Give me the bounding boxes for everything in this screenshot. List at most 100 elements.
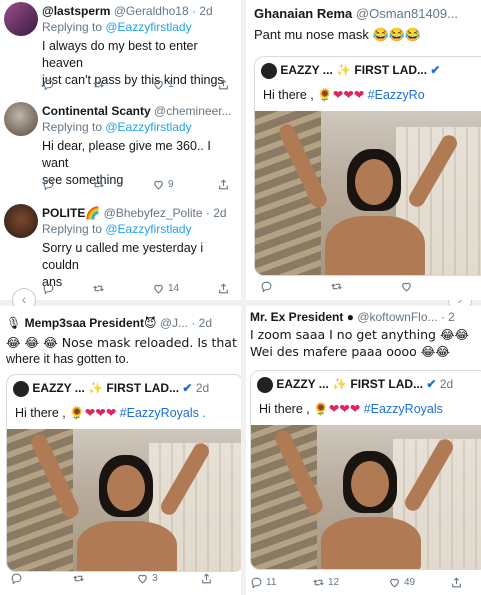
like-count: 14 [168,283,180,294]
tweet-line: Hi dear, please give me 360.. I want [42,139,211,170]
user-handle: @chemineer... [154,104,232,118]
panel-top-left: @lastsperm @Geraldho18 · 2d Replying to … [0,0,241,300]
share-icon [202,573,211,584]
hashtag-link[interactable]: #EazzyRoyals . [120,406,206,420]
quoted-text: Hi there , [15,406,70,420]
reply-button[interactable] [42,78,55,91]
quoted-tweet-card[interactable]: EAZZY ... ✨ FIRST LAD... ✔ Hi there , 🌻❤… [254,56,481,276]
avatar[interactable] [4,102,38,136]
reply-button[interactable] [260,280,273,293]
reply-button[interactable] [42,282,55,295]
avatar[interactable] [261,63,277,79]
retweet-count: 12 [328,577,340,588]
user-handle: @Bhebyfez_Polite · 2d [103,206,227,220]
quoted-user-name[interactable]: EAZZY ... ✨ FIRST LAD... [276,377,423,391]
retweet-button[interactable] [92,178,105,191]
panel-bottom-right: Mr. Ex President ● @koftownFlo... · 2 I … [246,306,481,595]
quoted-tweet-card[interactable]: EAZZY ... ✨ FIRST LAD... ✔ 2d Hi there ,… [250,370,481,570]
retweet-button[interactable] [92,78,105,91]
tweet-actions: 1 [42,78,231,92]
retweet-button[interactable] [92,282,105,295]
reply-icon [11,573,22,585]
reply-button[interactable] [42,178,55,191]
like-count: 1 [168,79,174,90]
reply-handle-link[interactable]: @Eazzyfirstlady [105,120,191,134]
tweet-polite[interactable]: POLITE🌈 @Bhebyfez_Polite · 2d Replying t… [0,202,241,300]
verified-icon: ✔ [426,377,437,392]
tweet-line: where it has gotten to. [6,352,129,366]
like-button[interactable]: 14 [152,282,179,295]
share-button[interactable] [450,576,463,589]
hashtag-link[interactable]: #EazzyRo [368,88,425,102]
avatar[interactable] [13,381,29,397]
tweet-continental-scanty[interactable]: Continental Scanty @chemineer... Replyin… [0,100,241,196]
tweet-actions: 3 [10,572,231,586]
replying-to-label: Replying to [42,222,106,236]
hashtag-link[interactable]: #EazzyRoyals [364,402,443,416]
quoted-photo[interactable] [7,429,241,571]
user-handle: @koftownFlo... · 2 [357,310,455,324]
share-button[interactable] [217,282,230,295]
share-button[interactable] [217,78,230,91]
like-count: 3 [152,573,158,584]
tweet-actions [260,280,471,294]
retweet-button[interactable] [72,572,85,585]
reply-button[interactable] [10,572,23,585]
quoted-emojis: 🌻❤❤❤ [313,401,361,416]
tweet-memp3saa-president[interactable]: 🎙 Memp3saa President😈 @J... · 2d 😂 😂 😂 N… [0,306,241,595]
avatar[interactable] [4,204,38,238]
quoted-text: Hi there , [263,88,318,102]
microphone-icon: 🎙 [6,316,22,330]
like-icon [390,578,399,588]
like-icon [402,282,411,292]
user-name[interactable]: Ghanaian Rema [254,6,352,21]
tweet-line: I zoom saaa I no get anything 😂😂 [250,327,470,342]
retweet-button[interactable]: 12 [312,576,339,589]
like-button[interactable]: 3 [136,572,158,585]
like-button[interactable]: 1 [152,78,174,91]
like-button[interactable]: 49 [388,576,415,589]
quoted-user-name[interactable]: EAZZY ... ✨ FIRST LAD... [280,63,427,77]
user-name[interactable]: @lastsperm [42,4,110,18]
verified-icon: ● [346,310,354,324]
avatar[interactable] [257,377,273,393]
share-button[interactable] [200,572,213,585]
quoted-user-name[interactable]: EAZZY ... ✨ FIRST LAD... [32,381,179,395]
tweet-mr-ex-president[interactable]: Mr. Ex President ● @koftownFlo... · 2 I … [246,306,481,595]
quoted-photo[interactable] [251,425,481,569]
tweet-ghanaian-rema[interactable]: Ghanaian Rema @Osman81409... Pant mu nos… [246,0,481,300]
rainbow-icon: 🌈 [85,206,101,220]
replying-to-label: Replying to [42,20,106,34]
figure [107,465,145,511]
user-name[interactable]: POLITE [42,206,85,220]
like-button[interactable] [400,280,413,293]
share-button[interactable] [217,178,230,191]
reply-handle-link[interactable]: @Eazzyfirstlady [105,222,191,236]
panel-bottom-left: 🎙 Memp3saa President😈 @J... · 2d 😂 😂 😂 N… [0,306,241,595]
tweet-text: I zoom saaa I no get anything 😂😂 Wei des… [250,326,479,360]
tweet-line: I always do my best to enter heaven [42,39,198,70]
panel-top-right: Ghanaian Rema @Osman81409... Pant mu nos… [246,0,481,300]
reply-button[interactable]: 11 [250,576,276,589]
avatar[interactable] [4,2,38,36]
user-handle: @Geraldho18 · 2d [113,4,213,18]
reply-handle-link[interactable]: @Eazzyfirstlady [105,20,191,34]
retweet-button[interactable] [330,280,343,293]
tweet-lastsperm[interactable]: @lastsperm @Geraldho18 · 2d Replying to … [0,0,241,96]
figure [351,461,389,507]
user-name[interactable]: Continental Scanty [42,104,151,118]
retweet-icon [331,283,342,290]
like-button[interactable]: 9 [152,178,174,191]
retweet-icon [93,81,104,88]
quoted-text: Hi there , [259,402,314,416]
user-name[interactable]: Mr. Ex President [250,310,343,324]
reply-count: 11 [266,577,277,588]
quoted-photo[interactable] [255,111,481,275]
chevron-left-icon: ‹ [21,291,27,307]
reply-icon [43,179,54,191]
retweet-icon [313,579,324,586]
tweet-actions: 9 [42,178,231,192]
like-icon [154,284,163,294]
quoted-tweet-card[interactable]: EAZZY ... ✨ FIRST LAD... ✔ 2d Hi there ,… [6,374,241,572]
user-name[interactable]: Memp3saa President [25,316,144,330]
